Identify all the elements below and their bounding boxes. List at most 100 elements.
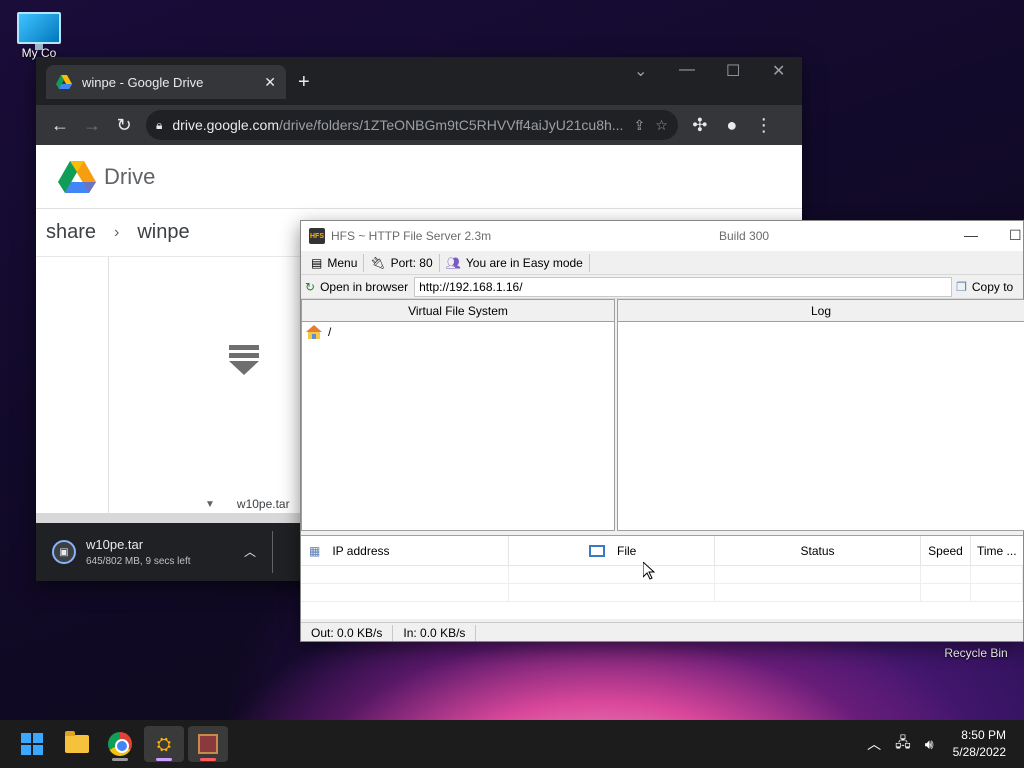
url-path: /drive/folders/1ZTeONBGm9tC5RHVVff4aiJyU… (279, 117, 624, 133)
open-in-browser-button[interactable]: ↻ Open in browser (305, 280, 414, 294)
url-value: http://192.168.1.16/ (419, 279, 523, 294)
window-icon (589, 544, 605, 557)
star-icon[interactable]: ☆ (655, 117, 668, 134)
clock-date: 5/28/2022 (952, 745, 1006, 759)
table-row (301, 584, 1023, 602)
column-time[interactable]: Time ... (971, 536, 1023, 565)
column-label: Status (800, 543, 835, 558)
archive-small-icon: ▼ (205, 498, 215, 510)
monitor-icon (17, 12, 61, 50)
taskbar-app-winrar[interactable] (188, 726, 228, 762)
clock-time: 8:50 PM (961, 728, 1006, 742)
address-bar[interactable]: 🔒︎ drive.google.com /drive/folders/1ZTeO… (146, 110, 678, 140)
running-indicator (200, 758, 216, 761)
virtual-file-system-panel[interactable]: Virtual File System / (301, 299, 615, 531)
chrome-icon (108, 732, 132, 756)
archive-icon (229, 345, 259, 375)
menu-icon: ▤ (311, 255, 323, 270)
running-indicator (112, 758, 128, 761)
maximize-icon[interactable]: ☐ (726, 61, 740, 81)
column-file[interactable]: File (509, 536, 715, 565)
window-title: HFS ~ HTTP File Server 2.3m (331, 229, 492, 243)
port-button[interactable]: 🔌︎ Port: 80 (364, 253, 440, 272)
extensions-icon[interactable]: ✣ (684, 115, 716, 136)
tab-search-icon[interactable]: ⌄ (634, 61, 647, 81)
chevron-up-icon[interactable]: ︿ (867, 734, 881, 754)
mode-button[interactable]: 👥︎ You are in Easy mode (440, 253, 590, 272)
hfs-icon: HFS (309, 228, 325, 244)
maximize-icon[interactable]: ☐ (1009, 227, 1022, 244)
reload-icon[interactable]: ↻ (108, 115, 140, 136)
file-tile[interactable]: ▼ w10pe.tar (108, 257, 300, 513)
open-in-browser-label: Open in browser (320, 279, 409, 294)
copy-icon: ❐ (956, 279, 967, 294)
chevron-up-icon[interactable]: ︿ (244, 543, 256, 560)
desktop-icon-my-computer[interactable]: My Co (0, 8, 78, 60)
home-icon (306, 325, 322, 339)
back-icon[interactable]: ← (44, 115, 76, 136)
volume-icon[interactable]: 🔊︎ (925, 736, 934, 753)
vfs-root-item[interactable]: / (302, 322, 614, 342)
download-progress-icon: ▣ (52, 540, 76, 564)
hfs-title-bar[interactable]: HFS HFS ~ HTTP File Server 2.3m Build 30… (301, 221, 1023, 251)
google-drive-icon (56, 75, 72, 89)
file-name: w10pe.tar (236, 497, 290, 511)
connections-header: ▦ IP address File Status Speed Time ... (301, 536, 1023, 566)
minimize-icon[interactable]: — (964, 227, 978, 243)
minimize-icon[interactable]: — (679, 61, 695, 79)
connections-table[interactable]: ▦ IP address File Status Speed Time ... (301, 535, 1023, 619)
profile-icon[interactable]: ● (716, 115, 748, 136)
menu-label: Menu (327, 255, 358, 270)
column-ip-address[interactable]: ▦ IP address (301, 536, 509, 565)
hfs-url-bar: ↻ Open in browser http://192.168.1.16/ ❐… (301, 275, 1023, 299)
google-drive-icon[interactable] (58, 160, 96, 193)
chrome-tab-strip: winpe - Google Drive ✕ + ⌄ — ☐ ✕ (36, 57, 802, 105)
column-status[interactable]: Status (715, 536, 921, 565)
kebab-menu-icon[interactable]: ⋮ (748, 115, 780, 136)
tab-close-icon[interactable]: ✕ (264, 74, 276, 91)
taskbar-file-explorer[interactable] (57, 726, 97, 762)
tab-google-drive[interactable]: winpe - Google Drive ✕ (46, 65, 286, 99)
mode-label: You are in Easy mode (465, 255, 583, 270)
divider (272, 531, 273, 573)
desktop-icon-label: Recycle Bin (944, 646, 1008, 660)
tab-title: winpe - Google Drive (82, 74, 204, 90)
url-host: drive.google.com (172, 117, 280, 133)
close-icon[interactable]: ✕ (772, 61, 785, 81)
log-panel[interactable]: Log (617, 299, 1024, 531)
lock-icon[interactable]: 🔒︎ (156, 118, 162, 133)
plug-icon: 🔌︎ (370, 255, 386, 270)
network-icon[interactable]: 🖧︎ (895, 732, 911, 756)
mouse-cursor-icon (643, 562, 655, 580)
running-indicator (156, 758, 172, 761)
desktop-icon-recycle-bin[interactable]: Recycle Bin (930, 646, 1022, 660)
taskbar: ⛭ ︿ 🖧︎ 🔊︎ 8:50 PM 5/28/2022 (0, 720, 1024, 768)
drive-title[interactable]: Drive (104, 164, 155, 190)
open-browser-icon: ↻ (305, 279, 316, 294)
chrome-toolbar: ← → ↻ 🔒︎ drive.google.com /drive/folders… (36, 105, 802, 145)
network-icon: ▦ (309, 543, 321, 558)
download-name: w10pe.tar (86, 537, 144, 552)
windows-icon (21, 733, 43, 755)
out-speed: Out: 0.0 KB/s (301, 624, 394, 641)
start-button[interactable] (12, 726, 52, 762)
forward-icon[interactable]: → (76, 115, 108, 136)
breadcrumb-item-winpe[interactable]: winpe (137, 221, 189, 244)
column-speed[interactable]: Speed (921, 536, 971, 565)
download-item[interactable]: w10pe.tar 645/802 MB, 9 secs left (86, 537, 191, 567)
copy-to-clipboard-button[interactable]: ❐ Copy to (956, 280, 1013, 294)
chevron-right-icon: › (114, 223, 120, 241)
in-speed: In: 0.0 KB/s (393, 624, 477, 641)
clock[interactable]: 8:50 PM 5/28/2022 (953, 727, 1006, 761)
column-label: File (617, 543, 637, 558)
taskbar-chrome[interactable] (100, 726, 140, 762)
breadcrumb-item-share[interactable]: share (46, 221, 96, 244)
new-tab-button[interactable]: + (298, 71, 310, 94)
share-icon[interactable]: ⇪ (633, 117, 645, 134)
menu-button[interactable]: ▤ Menu (305, 253, 365, 272)
vfs-header: Virtual File System (302, 300, 614, 322)
system-tray: ︿ 🖧︎ 🔊︎ 8:50 PM 5/28/2022 (860, 720, 1024, 768)
url-field[interactable]: http://192.168.1.16/ (414, 276, 953, 297)
taskbar-hfs[interactable]: ⛭ (144, 726, 184, 762)
hfs-window: HFS HFS ~ HTTP File Server 2.3m Build 30… (300, 220, 1024, 642)
